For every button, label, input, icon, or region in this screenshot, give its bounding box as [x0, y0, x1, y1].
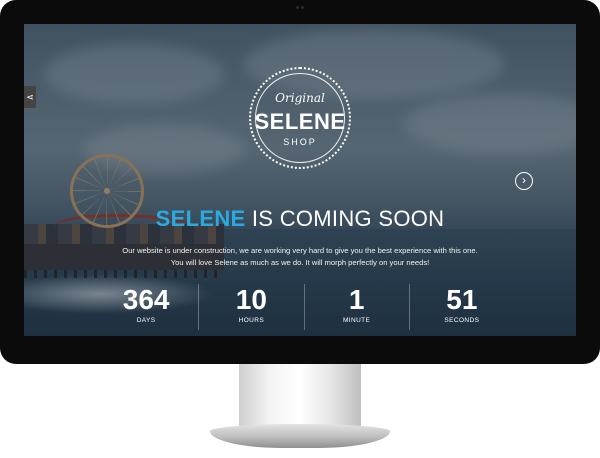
logo-sub: SHOP [283, 137, 317, 147]
logo-script: Original [275, 91, 325, 105]
countdown-unit: MINUTE [342, 317, 371, 324]
description-line-2: You will love Selene as much as we do. I… [170, 258, 430, 267]
countdown-timer: 364 DAYS 10 HOURS 1 MINUTE 51 SECONDS [94, 284, 514, 330]
share-button[interactable]: ⋖ [24, 86, 36, 108]
description: Our website is under construction, we ar… [84, 245, 516, 269]
webcam [296, 6, 304, 10]
countdown-unit: HOURS [238, 317, 265, 324]
share-icon: ⋖ [26, 92, 34, 102]
countdown-value: 364 [122, 284, 170, 315]
countdown-days: 364 DAYS [94, 284, 198, 330]
countdown-value: 10 [235, 284, 267, 315]
countdown-unit: SECONDS [444, 317, 480, 324]
description-line-1: Our website is under construction, we ar… [122, 246, 478, 255]
next-slide-button[interactable]: › [515, 172, 533, 190]
countdown-value: 1 [348, 284, 365, 315]
countdown-value: 51 [446, 284, 478, 315]
chevron-right-icon: › [522, 173, 526, 187]
countdown-unit: DAYS [136, 317, 156, 324]
logo-name: SELENE [254, 109, 346, 134]
screen: Original SELENE SHOP › SELENE IS COMING … [24, 24, 576, 336]
selene-logo[interactable]: Original SELENE SHOP [249, 67, 351, 169]
monitor-stand-neck [239, 364, 361, 426]
monitor-stand-base [210, 424, 390, 448]
countdown-minutes: 1 MINUTE [303, 284, 409, 330]
title-accent: SELENE [155, 206, 246, 231]
countdown-hours: 10 HOURS [198, 284, 303, 330]
monitor-frame: Original SELENE SHOP › SELENE IS COMING … [0, 0, 600, 364]
countdown-seconds: 51 SECONDS [408, 284, 514, 330]
page-title: SELENE IS COMING SOON [24, 206, 576, 232]
title-rest: IS COMING SOON [245, 206, 445, 231]
